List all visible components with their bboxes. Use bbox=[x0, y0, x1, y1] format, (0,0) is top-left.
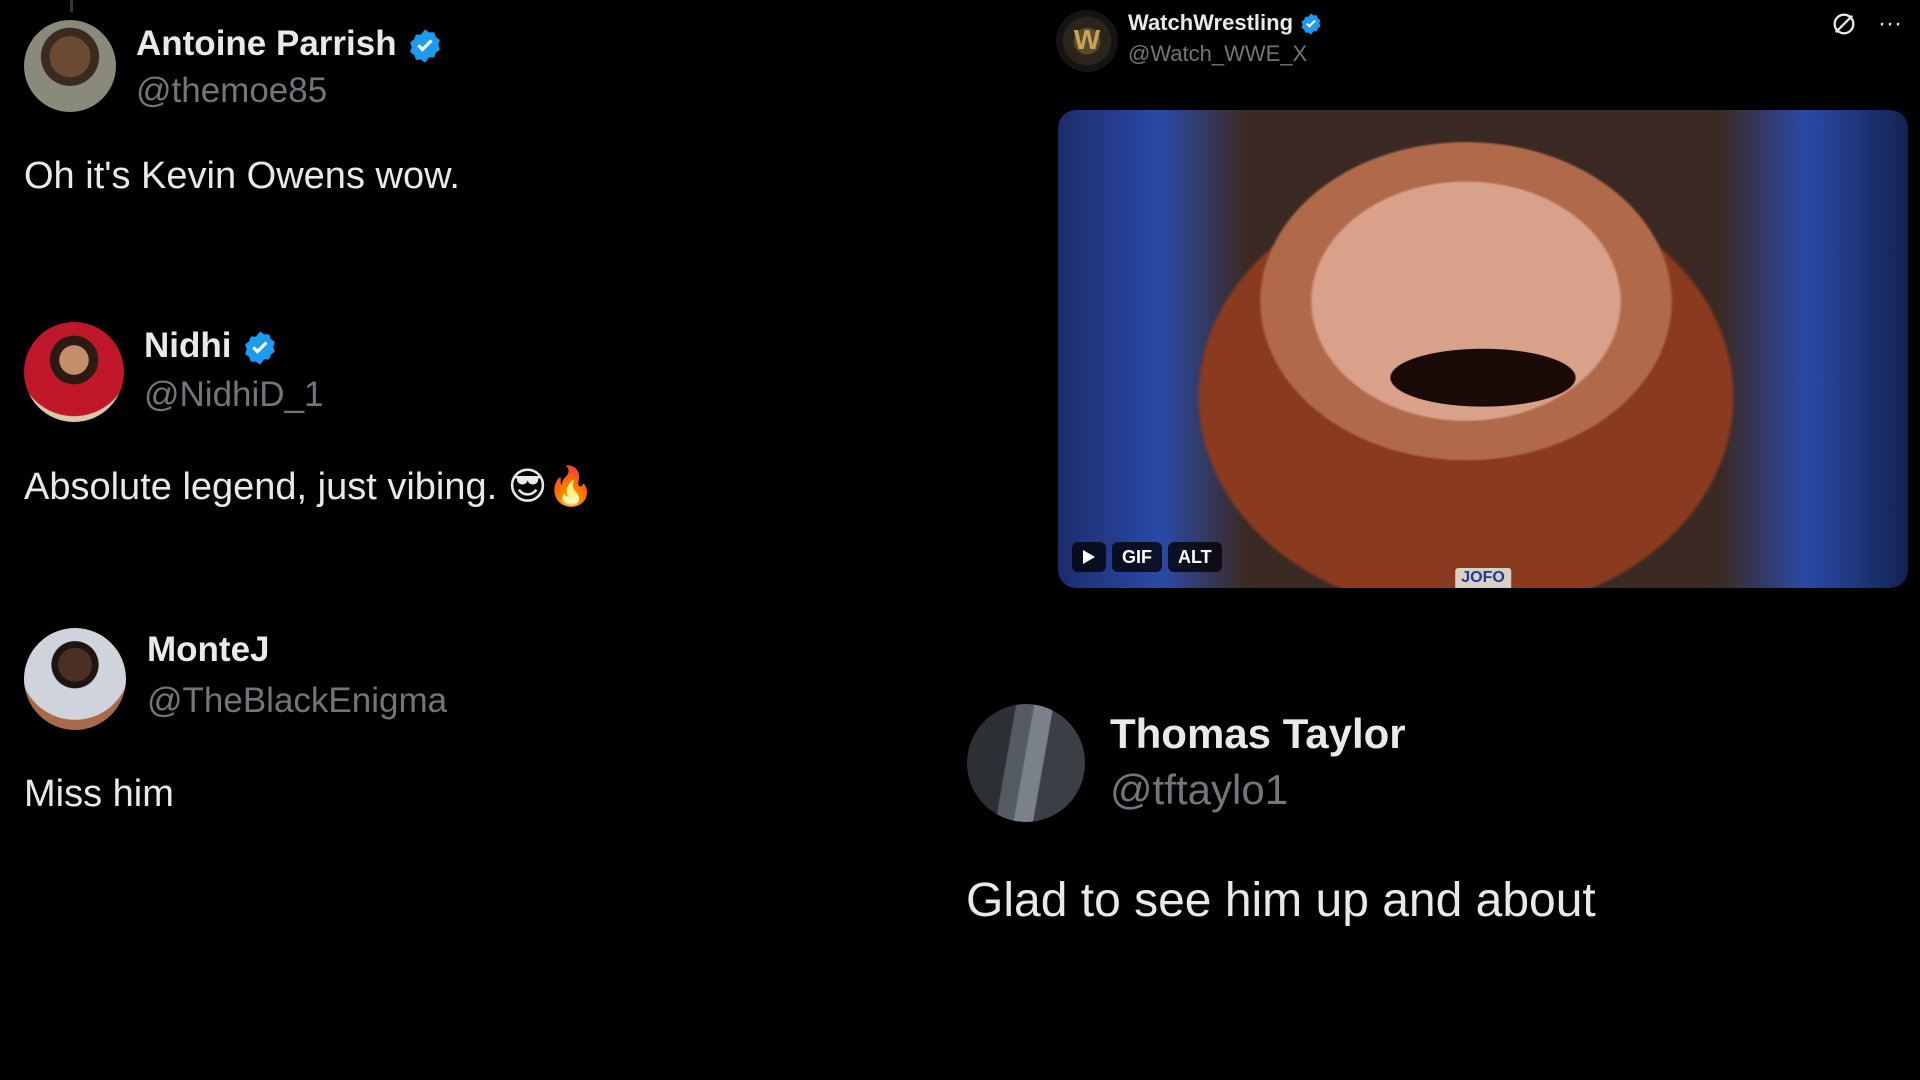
avatar[interactable] bbox=[24, 20, 116, 112]
avatar[interactable]: W bbox=[1056, 10, 1118, 72]
display-name[interactable]: Nidhi bbox=[144, 324, 279, 368]
gif-badge: GIF bbox=[1112, 542, 1162, 572]
display-name[interactable]: Antoine Parrish bbox=[136, 22, 444, 66]
reply-text: Miss him bbox=[24, 773, 174, 815]
display-name-text: Thomas Taylor bbox=[1110, 710, 1406, 757]
thread-line bbox=[70, 0, 73, 12]
handle[interactable]: @tftaylo1 bbox=[1110, 764, 1288, 816]
alt-badge[interactable]: ALT bbox=[1168, 542, 1222, 572]
display-name-text: Antoine Parrish bbox=[136, 24, 397, 63]
handle[interactable]: @NidhiD_1 bbox=[144, 374, 324, 416]
display-name[interactable]: Thomas Taylor bbox=[1110, 708, 1406, 760]
play-icon bbox=[1083, 550, 1095, 564]
reply-text: Oh it's Kevin Owens wow. bbox=[24, 155, 460, 197]
verified-badge-icon bbox=[245, 331, 276, 365]
reply-text: Glad to see him up and about bbox=[966, 874, 1596, 927]
verified-badge-icon bbox=[1301, 13, 1321, 35]
verified-badge-icon bbox=[410, 29, 441, 63]
post-actions: ··· bbox=[1830, 10, 1902, 38]
media-watermark: JOFO bbox=[1455, 568, 1511, 588]
gif-media[interactable]: GIF ALT JOFO bbox=[1058, 110, 1908, 588]
avatar[interactable] bbox=[24, 322, 124, 422]
display-name[interactable]: MonteJ bbox=[147, 628, 270, 672]
handle[interactable]: @themoe85 bbox=[136, 70, 327, 112]
media-controls: GIF ALT bbox=[1072, 542, 1222, 572]
play-button[interactable] bbox=[1072, 542, 1106, 572]
display-name-text: MonteJ bbox=[147, 630, 270, 669]
more-icon[interactable]: ··· bbox=[1878, 10, 1902, 38]
display-name-text: WatchWrestling bbox=[1128, 10, 1294, 35]
display-name-text: Nidhi bbox=[144, 326, 232, 365]
avatar[interactable] bbox=[967, 704, 1085, 822]
display-name[interactable]: WatchWrestling bbox=[1128, 9, 1323, 37]
avatar[interactable] bbox=[24, 628, 126, 730]
handle[interactable]: @TheBlackEnigma bbox=[147, 680, 447, 722]
handle[interactable]: @Watch_WWE_X bbox=[1128, 40, 1307, 68]
grok-icon[interactable] bbox=[1830, 10, 1858, 38]
reply-text: Absolute legend, just vibing. 😎🔥 bbox=[24, 466, 595, 508]
